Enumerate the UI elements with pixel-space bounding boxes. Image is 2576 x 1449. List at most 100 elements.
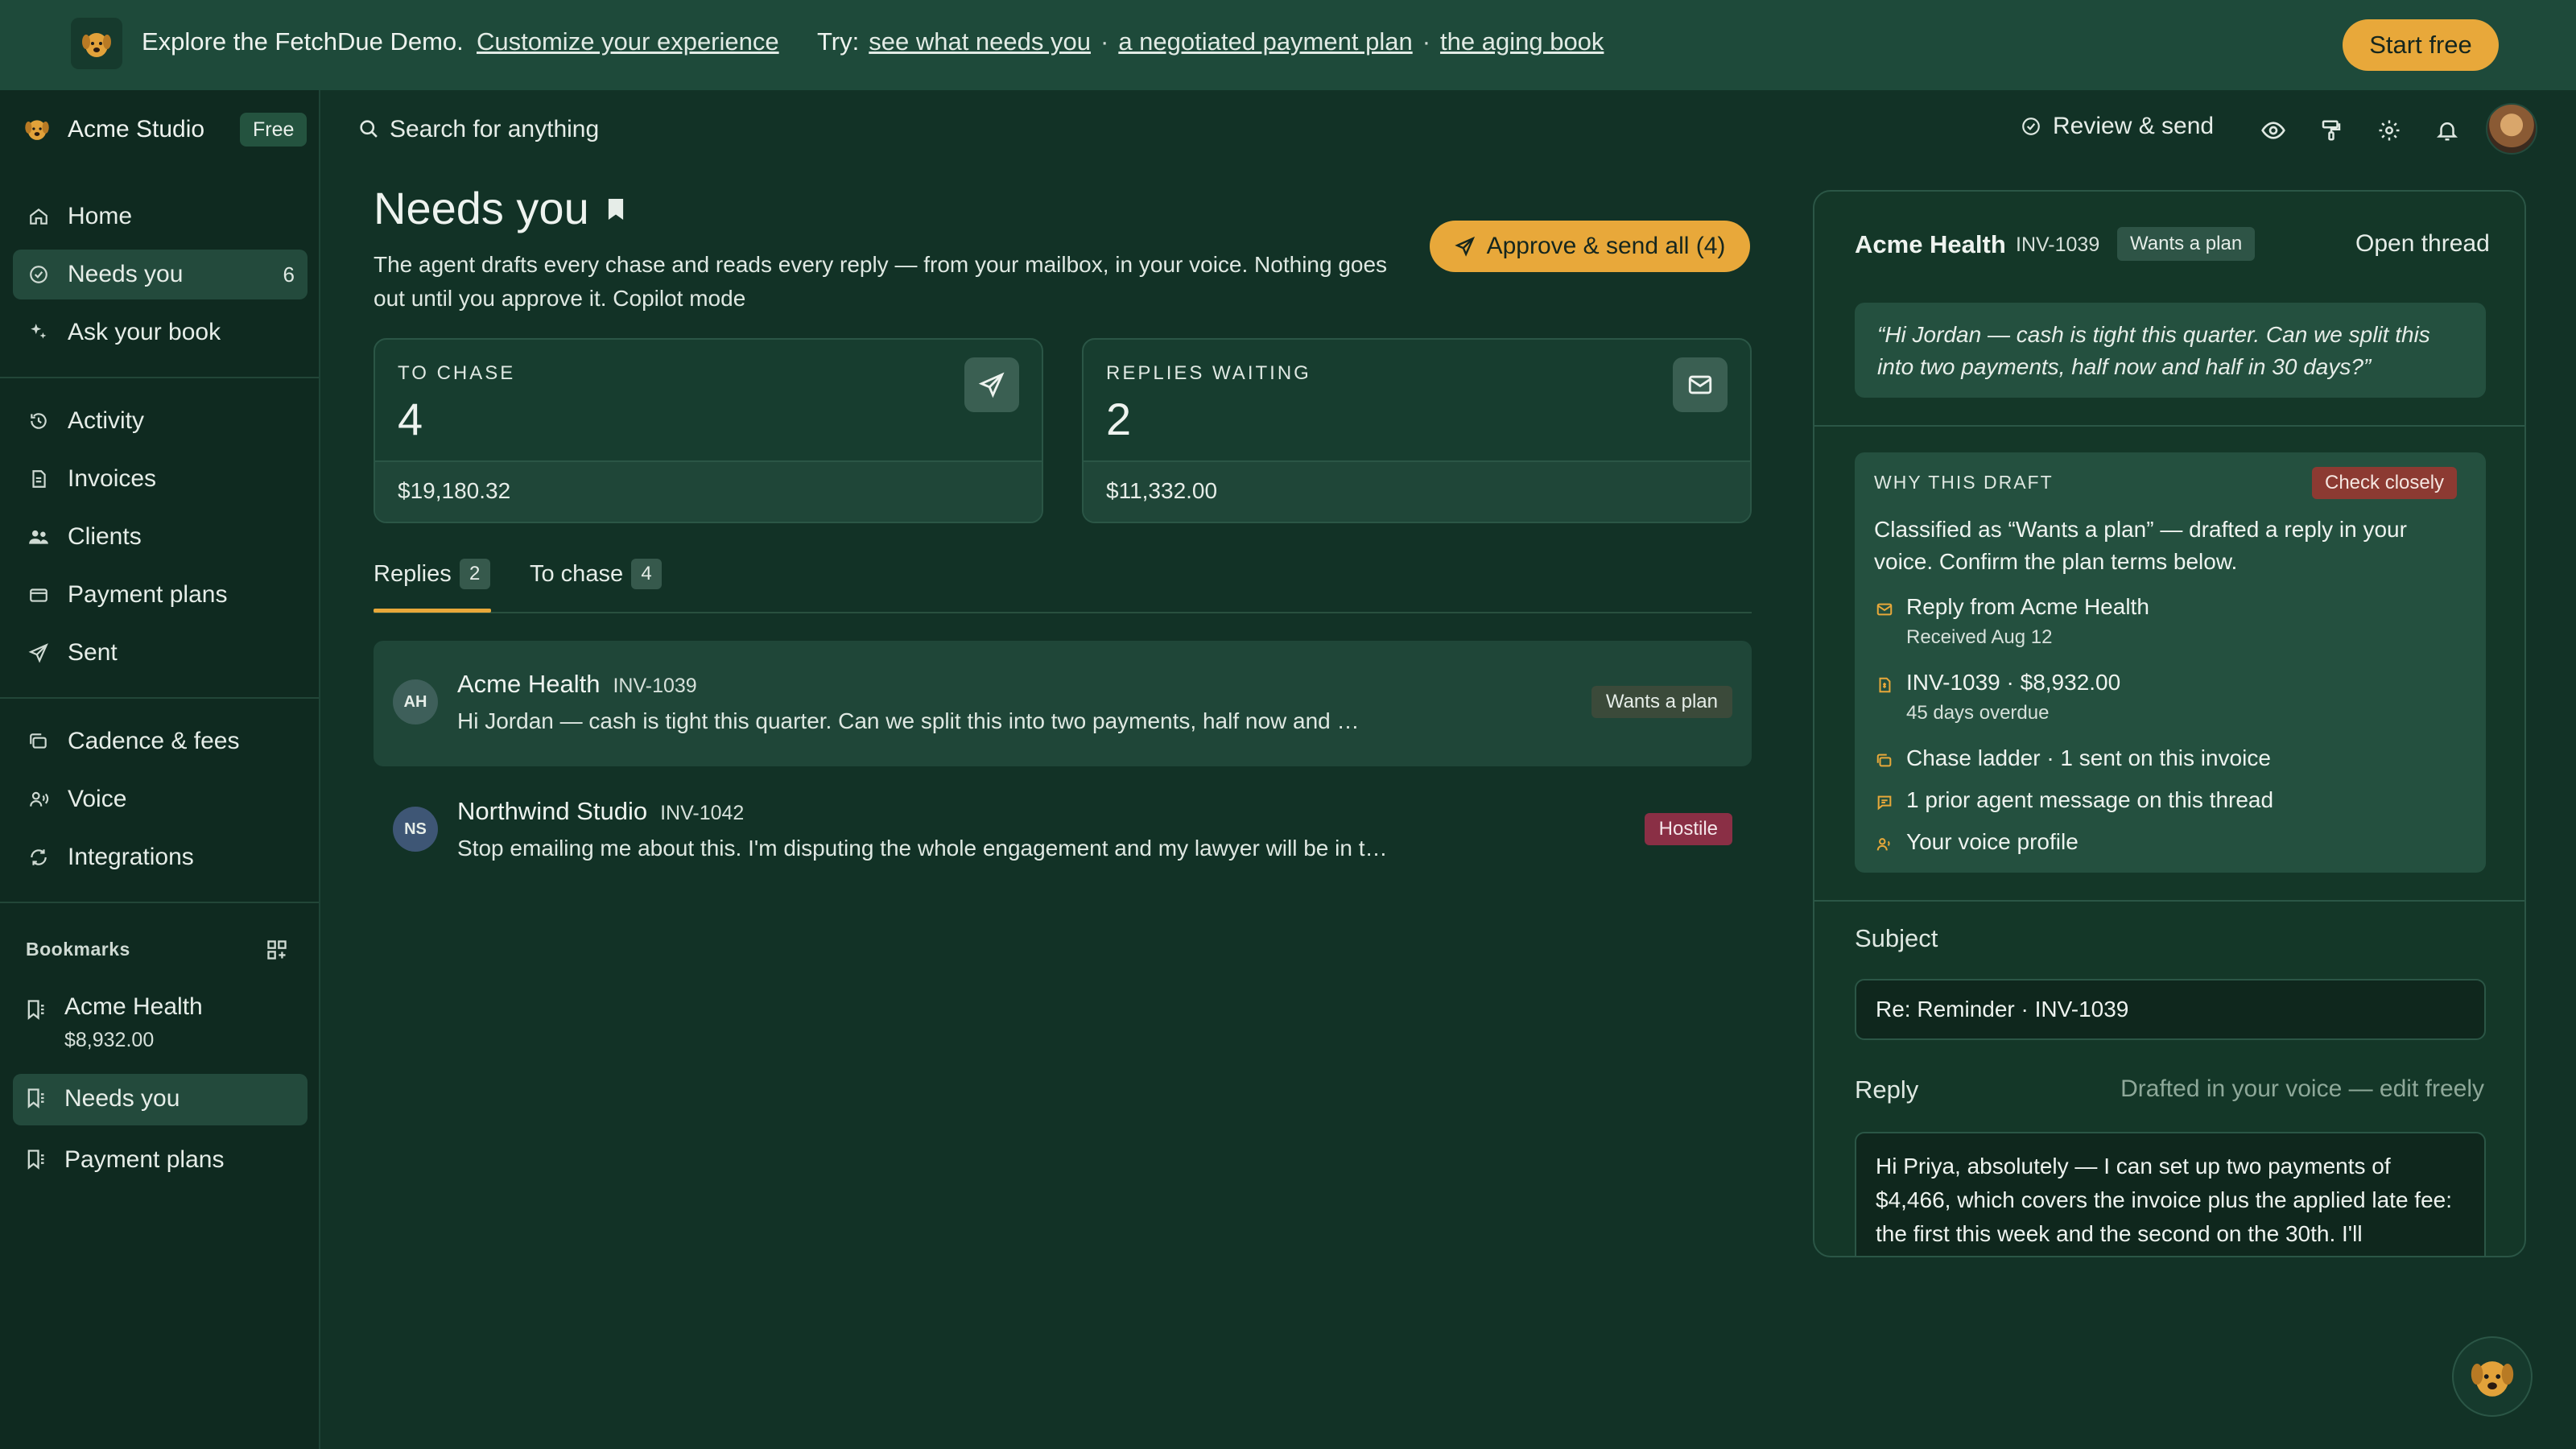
- customize-link[interactable]: Customize your experience: [477, 27, 779, 56]
- subject-label: Subject: [1855, 924, 1938, 952]
- add-bookmark-icon[interactable]: [266, 939, 288, 961]
- page-description: The agent drafts every chase and reads e…: [374, 252, 1388, 311]
- sidebar-item-label: Voice: [68, 786, 127, 812]
- panel-client-name: Acme Health: [1855, 230, 2006, 258]
- sidebar: Acme Studio Free Home Needs you 6 Ask yo…: [0, 90, 320, 1449]
- sidebar-item-invoices[interactable]: Invoices: [13, 454, 308, 504]
- reply-textarea[interactable]: Hi Priya, absolutely — I can set up two …: [1855, 1132, 2486, 1256]
- stat-value: 4: [398, 394, 423, 444]
- evidence-item[interactable]: INV-1039 · $8,932.00 45 days overdue: [1874, 670, 2120, 724]
- sidebar-item-label: Needs you: [68, 261, 184, 287]
- bookmark-needs-you[interactable]: Needs you: [13, 1074, 308, 1125]
- bookmark-label: Needs you: [64, 1085, 180, 1112]
- sidebar-item-label: Home: [68, 203, 133, 229]
- bell-icon[interactable]: [2431, 114, 2463, 147]
- try-link-needs-you[interactable]: see what needs you: [869, 27, 1091, 56]
- try-label: Try:: [817, 27, 860, 56]
- bookmark-payment-plans[interactable]: Payment plans: [13, 1135, 308, 1187]
- workspace-name[interactable]: Acme Studio: [68, 116, 204, 143]
- evidence-item[interactable]: Reply from Acme Health Received Aug 12: [1874, 594, 2149, 649]
- panel-intent-tag: Wants a plan: [2117, 227, 2256, 261]
- invoice-icon: [26, 466, 52, 492]
- open-thread-link[interactable]: Open thread: [2355, 230, 2490, 258]
- invoice-icon: [1874, 673, 1895, 697]
- evidence-label: 1 prior agent message on this thread: [1906, 787, 2274, 812]
- sidebar-item-activity[interactable]: Activity: [13, 396, 308, 446]
- separator-dot: ·: [1422, 27, 1431, 56]
- sidebar-item-ask-your-book[interactable]: Ask your book: [13, 308, 308, 357]
- reply-preview: Hi Jordan — cash is tight this quarter. …: [457, 708, 1360, 733]
- reply-client: Northwind Studio INV-1042: [457, 797, 744, 826]
- bookmarks-title: Bookmarks: [26, 939, 130, 960]
- gear-icon[interactable]: [2373, 114, 2405, 147]
- client-name: Northwind Studio: [457, 797, 648, 825]
- approve-send-all-button[interactable]: Approve & send all (4): [1430, 221, 1750, 272]
- bookmark-icon[interactable]: [605, 196, 626, 222]
- bookmark-icon: [24, 1148, 47, 1170]
- workspace-logo-icon: [23, 114, 52, 143]
- panel-divider: [1814, 425, 2524, 427]
- panel-divider: [1814, 900, 2524, 902]
- paint-roller-icon[interactable]: [2315, 114, 2347, 147]
- evidence-item[interactable]: Your voice profile: [1874, 829, 2079, 857]
- sidebar-item-label: Payment plans: [68, 581, 228, 608]
- mail-icon: [1673, 357, 1728, 412]
- start-free-button[interactable]: Start free: [2343, 19, 2499, 71]
- active-tab-indicator: [374, 609, 491, 613]
- layers-icon: [26, 729, 52, 754]
- try-link-payment-plan[interactable]: a negotiated payment plan: [1118, 27, 1412, 56]
- stat-value: 2: [1106, 394, 1132, 444]
- bookmark-acme-health[interactable]: Acme Health $8,932.00: [13, 984, 308, 1061]
- invoice-number: INV-1042: [660, 802, 745, 824]
- client-avatar: AH: [393, 679, 438, 724]
- reply-client: Acme Health INV-1039: [457, 670, 697, 699]
- sidebar-divider: [0, 377, 319, 378]
- reply-row-northwind-studio[interactable]: NS Northwind Studio INV-1042 Stop emailin…: [374, 768, 1752, 894]
- stat-label: TO CHASE: [398, 362, 516, 384]
- sidebar-item-clients[interactable]: Clients: [13, 512, 308, 562]
- sidebar-item-label: Clients: [68, 523, 142, 550]
- reply-row-acme-health[interactable]: AH Acme Health INV-1039 Hi Jordan — cash …: [374, 641, 1752, 766]
- page-title: Needs you: [374, 183, 589, 233]
- draft-panel: Acme Health INV-1039 Wants a plan Open t…: [1813, 190, 2526, 1257]
- sidebar-item-voice[interactable]: Voice: [13, 774, 308, 824]
- sidebar-item-home[interactable]: Home: [13, 192, 308, 242]
- tab-replies[interactable]: Replies 2: [374, 559, 490, 589]
- subject-input[interactable]: [1855, 979, 2486, 1040]
- sidebar-item-integrations[interactable]: Integrations: [13, 832, 308, 882]
- tabs-divider: [374, 612, 1752, 613]
- evidence-label: Chase ladder · 1 sent on this invoice: [1906, 745, 2271, 770]
- bookmark-label: Payment plans: [64, 1146, 225, 1173]
- evidence-item[interactable]: 1 prior agent message on this thread: [1874, 787, 2273, 815]
- check-circle-icon: [26, 262, 52, 287]
- why-explanation: Classified as “Wants a plan” — drafted a…: [1874, 517, 2407, 574]
- layers-icon: [1874, 749, 1895, 773]
- avatar[interactable]: [2486, 103, 2537, 155]
- voice-icon: [26, 786, 52, 812]
- stat-card-to-chase[interactable]: TO CHASE 4 $19,180.32: [374, 338, 1043, 523]
- intent-tag: Wants a plan: [1591, 686, 1732, 718]
- sidebar-item-payment-plans[interactable]: Payment plans: [13, 570, 308, 620]
- chat-icon: [1874, 791, 1895, 815]
- search-input[interactable]: [390, 109, 873, 150]
- stat-card-replies-waiting[interactable]: REPLIES WAITING 2 $11,332.00: [1082, 338, 1752, 523]
- sidebar-item-cadence-fees[interactable]: Cadence & fees: [13, 716, 308, 766]
- sidebar-item-sent[interactable]: Sent: [13, 628, 308, 678]
- review-send-button[interactable]: Review & send: [2021, 113, 2214, 140]
- eye-icon[interactable]: [2257, 114, 2289, 147]
- stat-footer: $11,332.00: [1084, 460, 1750, 522]
- why-title: WHY THIS DRAFT: [1874, 472, 2054, 493]
- tab-to-chase[interactable]: To chase 4: [530, 559, 663, 589]
- evidence-item[interactable]: Chase ladder · 1 sent on this invoice: [1874, 745, 2271, 773]
- sidebar-item-label: Cadence & fees: [68, 728, 240, 754]
- send-icon: [1454, 236, 1476, 257]
- sidebar-divider: [0, 697, 319, 699]
- assistant-dog-button[interactable]: [2452, 1336, 2533, 1417]
- send-icon: [964, 357, 1019, 412]
- sidebar-item-label: Integrations: [68, 844, 194, 870]
- invoice-number: INV-1039: [613, 675, 697, 697]
- bookmark-icon: [24, 1087, 47, 1109]
- sidebar-item-needs-you[interactable]: Needs you 6: [13, 250, 308, 299]
- try-link-aging-book[interactable]: the aging book: [1440, 27, 1604, 56]
- credit-card-icon: [26, 582, 52, 608]
